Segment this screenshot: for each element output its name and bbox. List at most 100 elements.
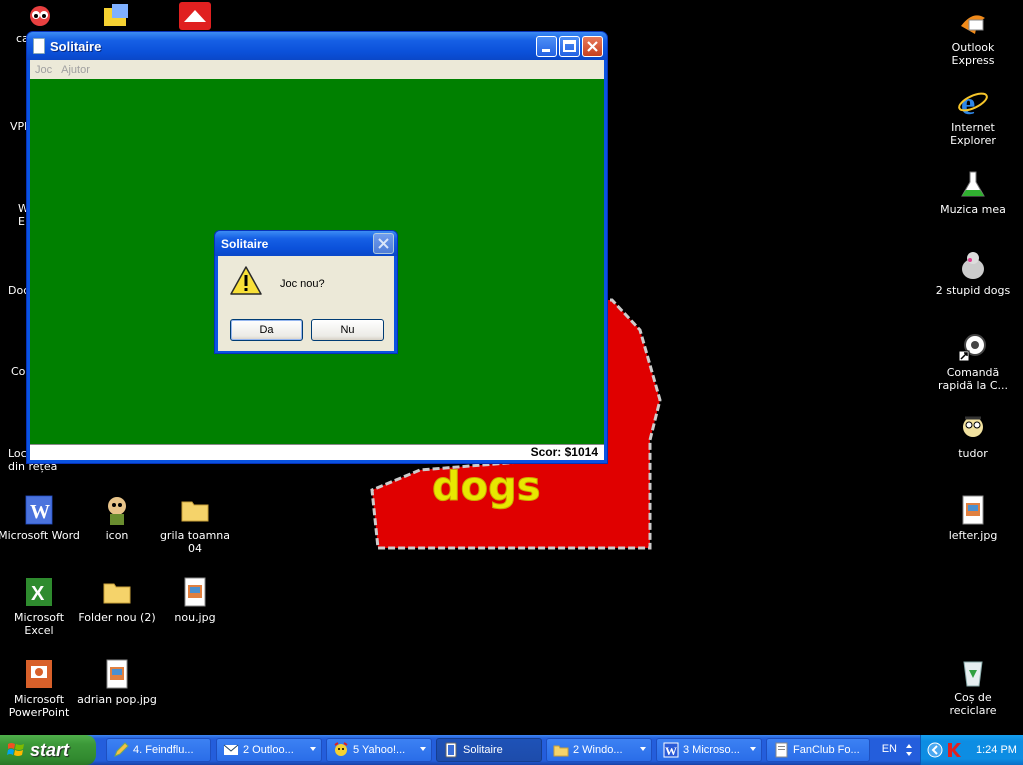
- desktop-icon-microsoft-powerpoint[interactable]: Microsoft PowerPoint: [0, 658, 80, 719]
- folder-icon: [553, 745, 569, 757]
- task-label: 2 Windo...: [573, 744, 623, 756]
- svg-text:W: W: [665, 744, 677, 758]
- task-label: 2 Outloo...: [243, 744, 294, 756]
- task-label: 4. Feindflu...: [133, 744, 194, 756]
- status-bar-score: Scor: $1014: [30, 444, 604, 460]
- dialog-titlebar[interactable]: Solitaire: [215, 231, 397, 256]
- chevron-down-icon: [640, 747, 646, 751]
- word-icon: W: [663, 742, 679, 758]
- desktop-icon-label: Outlook Express: [951, 41, 995, 67]
- cartoon-icon: [104, 4, 128, 26]
- shortcut-icon: [957, 331, 989, 363]
- dialog-title: Solitaire: [221, 236, 269, 251]
- language-arrows-icon[interactable]: [905, 742, 913, 758]
- desktop-icon-2-stupid-dogs[interactable]: 2 stupid dogs: [932, 249, 1014, 297]
- desktop-icon-lefter-jpg[interactable]: lefter.jpg: [932, 494, 1014, 542]
- desktop-icon-internet-explorer[interactable]: e Internet Explorer: [932, 85, 1014, 147]
- desktop-icon-adrian-pop-jpg[interactable]: adrian pop.jpg: [76, 658, 158, 706]
- maximize-button[interactable]: [559, 35, 580, 57]
- task-label: 5 Yahoo!...: [353, 744, 406, 756]
- solitaire-titlebar[interactable]: Solitaire: [27, 32, 607, 60]
- desktop-icon-label: Microsoft PowerPoint: [8, 693, 70, 719]
- desktop-icon-partial[interactable]: [100, 2, 134, 30]
- task-feindflu[interactable]: 4. Feindflu...: [106, 738, 211, 762]
- desktop-icon-label: Internet Explorer: [950, 121, 996, 147]
- desktop-icon-grila-toamna[interactable]: grila toamna 04: [154, 494, 236, 555]
- menu-bar: Joc Ajutor: [30, 60, 604, 79]
- document-icon: [775, 742, 788, 758]
- system-tray: 1:24 PM: [920, 735, 1023, 765]
- desktop-icon-label: Coș de reciclare: [949, 691, 997, 717]
- task-windows-explorer[interactable]: 2 Windo...: [546, 738, 652, 762]
- task-label: 3 Microso...: [683, 744, 740, 756]
- desktop-icon-label: adrian pop.jpg: [77, 693, 157, 706]
- start-button[interactable]: start: [0, 735, 96, 765]
- outlook-icon: [223, 744, 239, 755]
- dialog-close-button[interactable]: [373, 233, 394, 254]
- warning-icon: [230, 266, 262, 295]
- desktop-icon-folder-nou[interactable]: Folder nou (2): [76, 576, 158, 624]
- task-solitaire[interactable]: Solitaire: [436, 738, 542, 762]
- dialog-body: Joc nou? Da Nu: [218, 256, 394, 351]
- task-outlook[interactable]: 2 Outloo...: [216, 738, 322, 762]
- yahoo-messenger-icon: [334, 742, 348, 756]
- desktop-icon-icon[interactable]: icon: [76, 494, 158, 542]
- desktop-icon-outlook-express[interactable]: Outlook Express: [932, 6, 1014, 67]
- desktop-icon-microsoft-excel[interactable]: X Microsoft Excel: [0, 576, 80, 637]
- image-file-icon: [179, 576, 211, 608]
- excel-icon: X: [23, 576, 55, 608]
- desktop-icon-comanda-rapida[interactable]: Comandă rapidă la C...: [932, 331, 1014, 392]
- minimize-button[interactable]: [536, 35, 557, 57]
- menu-joc[interactable]: Joc: [35, 64, 52, 76]
- solitaire-card-icon: [33, 38, 45, 54]
- internet-explorer-icon: e: [957, 85, 989, 121]
- desktop-icon-label: Muzica mea: [940, 203, 1006, 216]
- upload-icon: [179, 2, 211, 30]
- minimize-icon: [542, 48, 550, 52]
- chevron-down-icon: [420, 747, 426, 751]
- language-indicator[interactable]: EN: [882, 743, 897, 755]
- desktop-icon-microsoft-word[interactable]: W Microsoft Word: [0, 494, 80, 542]
- close-icon: [587, 40, 598, 52]
- windows-logo-icon: [7, 743, 24, 756]
- desktop-icon-label: icon: [105, 529, 129, 542]
- outlook-express-icon: [957, 6, 989, 38]
- wallpaper-text: dogs: [432, 464, 541, 510]
- desktop-icon-recycle-bin[interactable]: Coș de reciclare: [932, 656, 1014, 717]
- task-label: FanClub Fo...: [793, 744, 860, 756]
- music-icon: [957, 168, 989, 200]
- image-file-icon: [957, 494, 989, 526]
- folder-icon: [101, 576, 133, 608]
- desktop-icon-label: nou.jpg: [174, 611, 216, 624]
- desktop-icon-partial[interactable]: [178, 2, 212, 30]
- yes-button[interactable]: Da: [230, 319, 303, 341]
- svg-text:X: X: [31, 583, 45, 605]
- menu-ajutor[interactable]: Ajutor: [61, 64, 90, 76]
- desktop-icon-muzica-mea[interactable]: Muzica mea: [932, 168, 1014, 216]
- svg-text:W: W: [30, 501, 50, 523]
- task-microsoft-word[interactable]: W 3 Microso...: [656, 738, 762, 762]
- start-label: start: [30, 739, 70, 760]
- arrow-left-circle-icon[interactable]: [927, 742, 943, 758]
- recycle-bin-icon: [957, 656, 989, 688]
- desktop-icon-label: Microsoft Excel: [13, 611, 65, 637]
- folder-icon: [179, 494, 211, 526]
- task-fanclub[interactable]: FanClub Fo...: [766, 738, 870, 762]
- chevron-down-icon: [310, 747, 316, 751]
- clock[interactable]: 1:24 PM: [976, 744, 1017, 756]
- desktop-icon-nou-jpg[interactable]: nou.jpg: [154, 576, 236, 624]
- no-button[interactable]: Nu: [311, 319, 384, 341]
- desktop-icon-tudor[interactable]: tudor: [932, 412, 1014, 460]
- kaspersky-icon[interactable]: [946, 742, 962, 758]
- task-label: Solitaire: [463, 744, 503, 756]
- chevron-down-icon: [750, 747, 756, 751]
- image-file-icon: [101, 658, 133, 690]
- dialog-message: Joc nou?: [280, 278, 325, 290]
- cartoon-icon: [957, 412, 989, 444]
- powerpoint-icon: [23, 658, 55, 690]
- powerpuff-icon: [26, 2, 54, 32]
- word-icon: W: [23, 494, 55, 526]
- task-yahoo[interactable]: 5 Yahoo!...: [326, 738, 432, 762]
- desktop-icon-label: tudor: [958, 447, 988, 460]
- close-button[interactable]: [582, 35, 603, 57]
